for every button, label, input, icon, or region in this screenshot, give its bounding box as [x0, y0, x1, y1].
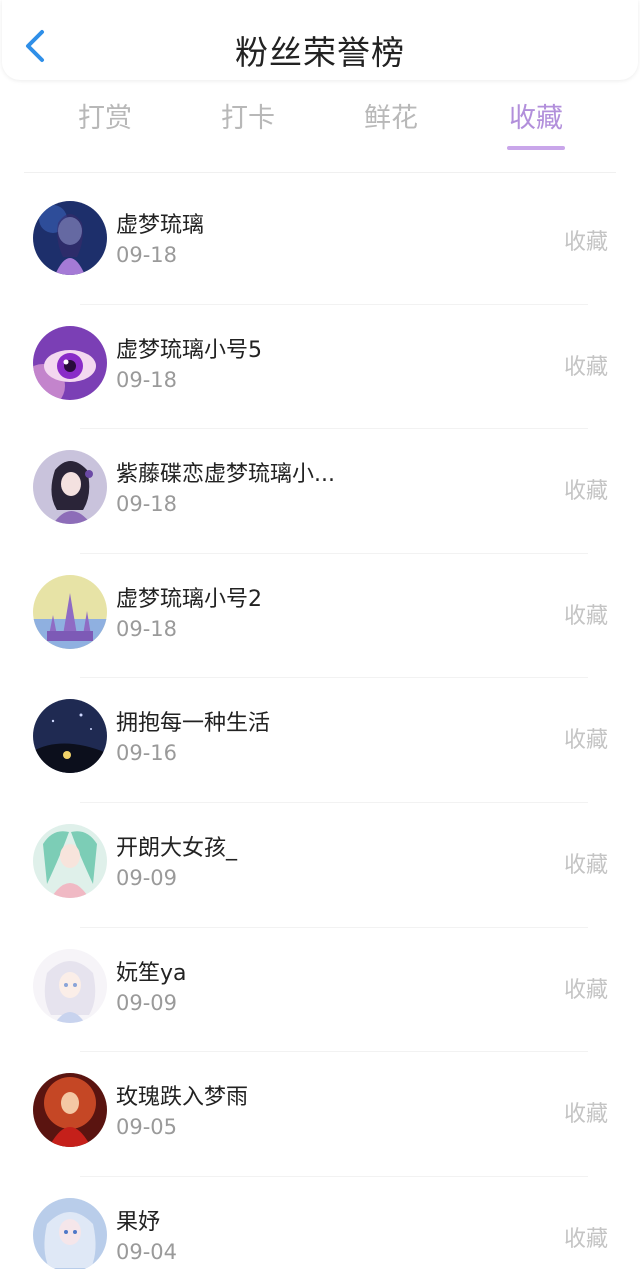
page-title: 粉丝荣誉榜	[235, 33, 405, 72]
avatar	[33, 948, 107, 1023]
list-item[interactable]: 拥抱每一种生活 09-16 收藏	[0, 678, 640, 803]
list-item[interactable]: 虚梦琉璃 09-18 收藏	[0, 180, 640, 305]
action-label: 收藏	[563, 1226, 608, 1252]
fan-list: 虚梦琉璃 09-18 收藏 虚梦琉璃小号5 09-18 收藏 紫藤碟恋虚梦琉璃小…	[0, 180, 640, 1269]
list-item[interactable]: 玫瑰跌入梦雨 09-05 收藏	[0, 1052, 640, 1177]
divider	[24, 172, 616, 173]
avatar	[33, 823, 107, 898]
fan-name: 果妤	[116, 1209, 161, 1235]
avatar	[33, 574, 107, 649]
tab-favorites[interactable]: 收藏	[476, 96, 596, 150]
avatar	[33, 325, 107, 400]
fan-date: 09-18	[116, 243, 178, 267]
avatar	[33, 1073, 107, 1148]
active-tab-indicator	[507, 146, 565, 150]
list-item[interactable]: 虚梦琉璃小号2 09-18 收藏	[0, 554, 640, 679]
tab-reward[interactable]: 打赏	[45, 96, 165, 135]
action-label: 收藏	[563, 354, 608, 380]
fan-name: 虚梦琉璃	[116, 213, 205, 238]
fan-date: 09-18	[116, 492, 178, 517]
top-bar: 粉丝荣誉榜	[2, 0, 638, 80]
fan-name: 玫瑰跌入梦雨	[116, 1085, 249, 1111]
action-label: 收藏	[563, 852, 608, 878]
list-item[interactable]: 果妤 09-04 收藏	[0, 1177, 640, 1269]
fan-date: 09-16	[116, 741, 178, 766]
fan-date: 09-09	[116, 865, 178, 890]
action-label: 收藏	[563, 977, 608, 1003]
avatar	[33, 201, 107, 275]
action-label: 收藏	[563, 479, 608, 505]
fan-date: 09-09	[116, 990, 178, 1015]
list-item[interactable]: 妧笙ya 09-09 收藏	[0, 928, 640, 1053]
tab-flowers[interactable]: 鲜花	[331, 96, 451, 135]
fan-date: 09-04	[116, 1239, 178, 1264]
fan-date: 09-18	[116, 616, 178, 641]
action-label: 收藏	[563, 728, 608, 754]
tab-bar: 打赏 打卡 鲜花 收藏	[0, 96, 640, 160]
fan-name: 紫藤碟恋虚梦琉璃小...	[116, 462, 335, 488]
list-item[interactable]: 开朗大女孩_ 09-09 收藏	[0, 803, 640, 928]
action-label: 收藏	[563, 230, 608, 255]
fan-name: 虚梦琉璃小号2	[116, 586, 262, 612]
list-item[interactable]: 虚梦琉璃小号5 09-18 收藏	[0, 305, 640, 430]
fan-name: 拥抱每一种生活	[116, 711, 271, 737]
list-item[interactable]: 紫藤碟恋虚梦琉璃小... 09-18 收藏	[0, 429, 640, 554]
fan-name: 虚梦琉璃小号5	[116, 337, 262, 363]
avatar	[33, 699, 107, 774]
fan-date: 09-05	[116, 1115, 178, 1140]
action-label: 收藏	[563, 603, 608, 629]
fan-name: 妧笙ya	[116, 960, 187, 986]
fan-date: 09-18	[116, 367, 178, 392]
avatar	[33, 1197, 107, 1269]
fan-name: 开朗大女孩_	[116, 835, 238, 861]
action-label: 收藏	[563, 1102, 608, 1128]
tab-checkin[interactable]: 打卡	[188, 96, 308, 135]
avatar	[33, 450, 107, 525]
